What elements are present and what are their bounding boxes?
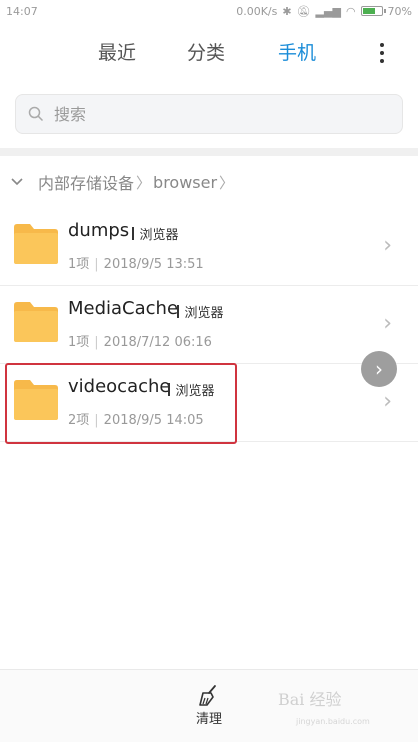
file-count: 2项 <box>68 413 90 428</box>
file-date: 2018/9/5 13:51 <box>103 257 204 272</box>
breadcrumb: 内部存储设备 〉 browser 〉 <box>10 168 236 196</box>
owner-divider <box>168 383 170 396</box>
status-bar: 14:07 0.00K/s ✱ 🔕︎ ▂▄▆ ◠ 70% <box>0 0 418 22</box>
clean-label: 清理 <box>195 712 222 727</box>
file-owner: 浏览器 <box>168 380 215 399</box>
floating-next-button[interactable]: › <box>361 351 397 387</box>
battery-percent: 70% <box>387 4 412 18</box>
chevron-right-icon: › <box>375 357 383 381</box>
file-meta: 1项 | 2018/7/12 06:16 <box>68 331 212 350</box>
file-meta: 1项 | 2018/9/5 13:51 <box>68 253 204 272</box>
folder-icon <box>14 380 58 420</box>
chevron-down-icon[interactable] <box>10 175 24 189</box>
section-divider <box>0 148 418 156</box>
net-speed: 0.00K/s <box>236 4 278 18</box>
chevron-right-icon: › <box>383 233 392 258</box>
breadcrumb-browser[interactable]: browser <box>153 173 217 192</box>
breadcrumb-separator-icon: 〉 <box>136 173 152 192</box>
file-name: MediaCache <box>68 298 179 319</box>
clean-button[interactable]: 清理 <box>189 684 229 732</box>
top-tabs: 最近 分类 手机 <box>0 30 418 80</box>
file-owner: 浏览器 <box>132 224 179 243</box>
status-time: 14:07 <box>6 4 38 18</box>
list-item-mediacache[interactable]: MediaCache 浏览器 1项 | 2018/7/12 06:16 › <box>0 286 418 364</box>
search-icon <box>28 106 44 122</box>
battery-icon <box>360 6 386 16</box>
list-item-dumps[interactable]: dumps 浏览器 1项 | 2018/9/5 13:51 › <box>0 208 418 286</box>
file-date: 2018/9/5 14:05 <box>103 413 204 428</box>
mute-icon: 🔕︎ <box>296 4 311 18</box>
breadcrumb-separator-icon: 〉 <box>219 173 235 192</box>
chevron-right-icon: › <box>383 311 392 336</box>
file-owner: 浏览器 <box>177 302 224 321</box>
bottom-toolbar: 清理 <box>0 669 418 742</box>
search-bar[interactable] <box>15 94 403 134</box>
owner-divider <box>132 227 134 240</box>
more-dot <box>380 51 384 55</box>
tab-recent[interactable]: 最近 <box>98 38 136 65</box>
file-owner-label: 浏览器 <box>184 306 224 321</box>
bluetooth-icon: ✱ <box>282 4 292 18</box>
signal-icon: ▂▄▆ <box>315 4 341 18</box>
file-meta: 2项 | 2018/9/5 14:05 <box>68 409 204 428</box>
watermark-url: jingyan.baidu.com <box>296 717 370 726</box>
meta-separator: | <box>94 335 99 350</box>
file-date: 2018/7/12 06:16 <box>103 335 212 350</box>
folder-icon <box>14 224 58 264</box>
file-name: videocache <box>68 376 171 397</box>
folder-icon <box>14 302 58 342</box>
wifi-icon: ◠ <box>345 4 356 18</box>
owner-divider <box>177 305 179 318</box>
file-owner-label: 浏览器 <box>139 228 179 243</box>
file-owner-label: 浏览器 <box>175 384 215 399</box>
breadcrumb-internal-storage[interactable]: 内部存储设备 <box>38 170 134 194</box>
tab-phone[interactable]: 手机 <box>278 38 316 65</box>
meta-separator: | <box>94 413 99 428</box>
tab-category[interactable]: 分类 <box>187 38 225 65</box>
file-list: dumps 浏览器 1项 | 2018/9/5 13:51 › MediaCache… <box>0 208 418 444</box>
more-menu-button[interactable] <box>372 38 392 68</box>
list-item-videocache[interactable]: videocache 浏览器 2项 | 2018/9/5 14:05 › <box>0 364 418 442</box>
search-input[interactable] <box>52 103 376 125</box>
more-dot <box>380 59 384 63</box>
file-name: dumps <box>68 220 130 241</box>
meta-separator: | <box>94 257 99 272</box>
chevron-right-icon: › <box>383 389 392 414</box>
file-count: 1项 <box>68 257 90 272</box>
status-icons: 0.00K/s ✱ 🔕︎ ▂▄▆ ◠ 70% <box>236 5 412 18</box>
file-count: 1项 <box>68 335 90 350</box>
watermark-logo: Bai 经验 <box>278 690 342 709</box>
broom-icon <box>199 685 216 706</box>
more-dot <box>380 43 384 47</box>
